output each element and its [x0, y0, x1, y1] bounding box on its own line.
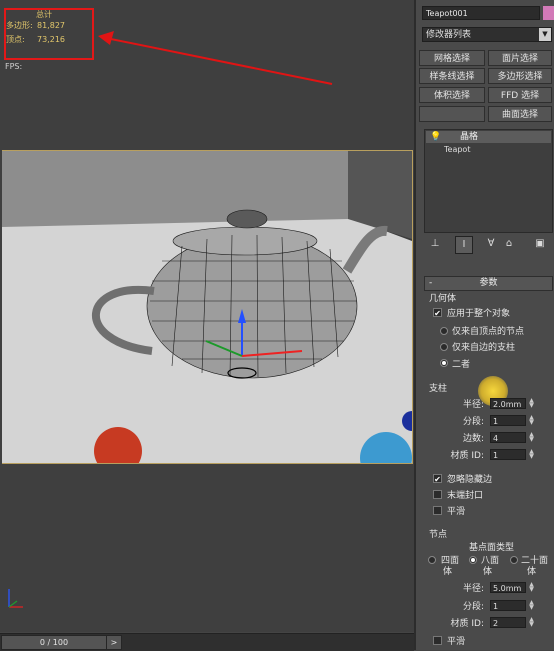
next-frame-button[interactable]: >	[106, 635, 122, 650]
annotation-arrow	[98, 31, 333, 85]
stack-toolbar: ⊥ I ∀ ⌂ ▣	[424, 236, 551, 254]
ffd-select-button[interactable]: FFD 选择	[488, 87, 552, 103]
object-name-field[interactable]: Teapot001	[422, 6, 540, 20]
parameters-rollout-header[interactable]: - 参数	[424, 276, 553, 291]
mesh-select-button[interactable]: 网格选择	[419, 50, 485, 66]
from-edges-radio[interactable]	[440, 343, 448, 351]
geometry-group-label: 几何体	[429, 294, 457, 304]
joint-matid-label: 材质 ID:	[450, 619, 484, 629]
time-slider-label: 0 / 100	[39, 638, 69, 647]
joint-smooth-label: 平滑	[447, 637, 466, 647]
octa-label-2: 体	[483, 567, 493, 577]
icosa-radio[interactable]	[510, 556, 518, 564]
strut-sides-spinner[interactable]: ▲ ▼	[528, 432, 535, 443]
from-verts-label: 仅来自顶点的节点	[452, 327, 525, 337]
joint-radius-spinner[interactable]: ▲ ▼	[528, 582, 535, 593]
poly-select-button[interactable]: 多边形选择	[488, 68, 552, 84]
vol-select-button[interactable]: 体积选择	[419, 87, 485, 103]
scene-render	[2, 151, 412, 463]
end-caps-label: 末端封口	[447, 491, 484, 501]
axis-tripod-icon	[8, 589, 23, 608]
joint-radius-label: 半径:	[462, 584, 484, 594]
chevron-down-icon: ▼	[539, 28, 551, 41]
strut-matid-field[interactable]: 1	[490, 449, 526, 460]
joints-group-label: 节点	[429, 530, 448, 540]
empty-modifier-button[interactable]	[419, 106, 485, 122]
stack-teapot-item[interactable]: Teapot	[426, 144, 551, 156]
struts-group-label: 支柱	[429, 384, 448, 394]
joint-segments-field[interactable]: 1	[490, 600, 526, 611]
strut-matid-spinner[interactable]: ▲ ▼	[528, 449, 535, 460]
apply-whole-label: 应用于整个对象	[447, 309, 511, 319]
strut-segments-spinner[interactable]: ▲ ▼	[528, 415, 535, 426]
joint-segments-spinner[interactable]: ▲ ▼	[528, 600, 535, 611]
strut-smooth-label: 平滑	[447, 507, 466, 517]
end-caps-checkbox[interactable]	[433, 490, 442, 499]
modifier-list-label: 修改器列表	[426, 30, 472, 40]
modifier-stack[interactable]: 💡 晶格 Teapot	[424, 129, 553, 233]
base-type-label: 基点面类型	[469, 543, 515, 553]
show-end-result-icon[interactable]: I	[455, 236, 473, 254]
both-radio[interactable]	[440, 359, 448, 367]
strut-radius-spinner[interactable]: ▲ ▼	[528, 398, 535, 409]
strut-smooth-checkbox[interactable]	[433, 506, 442, 515]
strut-radius-field[interactable]: 2.0mm	[490, 398, 526, 409]
make-unique-icon[interactable]: ∀	[483, 236, 499, 252]
from-edges-label: 仅来自边的支柱	[452, 343, 516, 353]
patch-select-button[interactable]: 面片选择	[488, 50, 552, 66]
configure-sets-icon[interactable]: ▣	[532, 236, 548, 252]
joint-matid-field[interactable]: 2	[490, 617, 526, 628]
strut-segments-field[interactable]: 1	[490, 415, 526, 426]
teapot-scene[interactable]	[2, 150, 413, 464]
pin-stack-icon[interactable]: ⊥	[427, 236, 443, 252]
ignore-hidden-label: 忽略隐藏边	[447, 475, 493, 485]
time-slider[interactable]: 0 / 100	[1, 635, 107, 650]
remove-modifier-icon[interactable]: ⌂	[501, 236, 517, 252]
ignore-hidden-checkbox[interactable]: ✔	[433, 474, 442, 484]
strut-segments-label: 分段:	[462, 417, 484, 427]
joint-matid-spinner[interactable]: ▲ ▼	[528, 617, 535, 628]
stack-lattice-label: 晶格	[460, 132, 479, 142]
icosa-label-2: 体	[527, 567, 537, 577]
rollout-title: 参数	[479, 278, 498, 288]
modifier-list-dropdown[interactable]: 修改器列表 ▼	[422, 27, 552, 42]
joint-radius-field[interactable]: 5.0mm	[490, 582, 526, 593]
object-color-swatch[interactable]	[543, 6, 554, 20]
rollout-collapse-icon: -	[429, 278, 433, 288]
both-label: 二者	[452, 360, 471, 370]
lightbulb-icon[interactable]: 💡	[430, 131, 441, 143]
octa-radio[interactable]	[469, 556, 477, 564]
tetra-radio[interactable]	[428, 556, 436, 564]
spline-select-button[interactable]: 样条线选择	[419, 68, 485, 84]
stack-lattice-item[interactable]: 💡 晶格	[426, 131, 551, 143]
strut-sides-field[interactable]: 4	[490, 432, 526, 443]
from-verts-radio[interactable]	[440, 327, 448, 335]
strut-radius-label: 半径:	[462, 400, 484, 410]
joint-smooth-checkbox[interactable]	[433, 636, 442, 645]
apply-whole-checkbox[interactable]: ✔	[433, 308, 442, 318]
tetra-label-2: 体	[443, 567, 453, 577]
strut-matid-label: 材质 ID:	[450, 451, 484, 461]
joint-segments-label: 分段:	[462, 602, 484, 612]
strut-sides-label: 边数:	[462, 434, 484, 444]
surface-select-button[interactable]: 曲面选择	[488, 106, 552, 122]
